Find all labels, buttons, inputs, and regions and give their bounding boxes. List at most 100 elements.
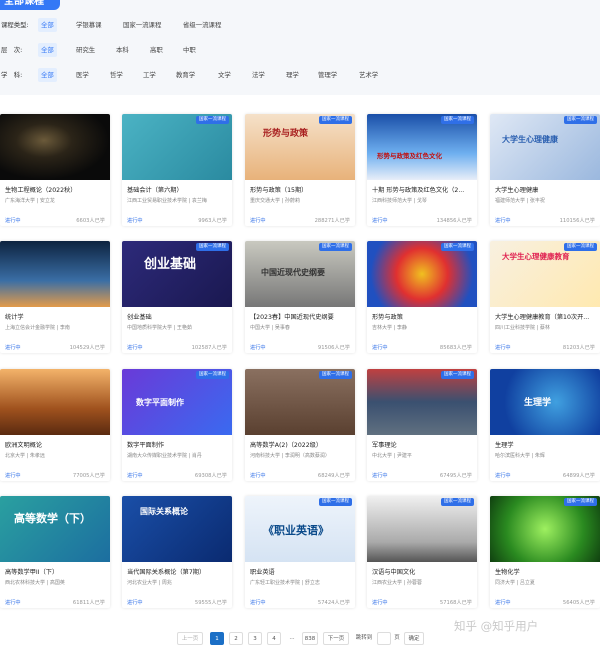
course-thumbnail[interactable]: 国家一流课程 bbox=[490, 496, 600, 562]
pager-page-3[interactable]: 3 bbox=[248, 632, 262, 645]
course-title[interactable]: 形势与政策 bbox=[372, 312, 472, 321]
pager-page-1[interactable]: 1 bbox=[210, 632, 224, 645]
course-thumbnail[interactable]: 国家一流课程 bbox=[367, 496, 477, 562]
course-learner-count: 56405人已学 bbox=[562, 600, 595, 606]
filter-subject-education[interactable]: 教育学 bbox=[173, 68, 198, 82]
course-status: 进行中 bbox=[250, 345, 266, 351]
filter-subject-law[interactable]: 法学 bbox=[249, 68, 268, 82]
course-thumbnail[interactable]: 大学生心理健康教育 国家一流课程 bbox=[490, 241, 600, 307]
course-title[interactable]: 高等数学甲II（下） bbox=[5, 567, 105, 576]
filter-subject-philosophy[interactable]: 哲学 bbox=[107, 68, 126, 82]
course-thumbnail[interactable] bbox=[0, 241, 110, 307]
course-card[interactable]: 中国近现代史纲要 国家一流课程 【2023春】中国近现代史纲要 中国大学 | 吴事春进… bbox=[245, 241, 355, 353]
filter-subject-science[interactable]: 理学 bbox=[283, 68, 302, 82]
course-title[interactable]: 【2023春】中国近现代史纲要 bbox=[250, 312, 350, 321]
course-title[interactable]: 欧洲文明概论 bbox=[5, 440, 105, 449]
course-card[interactable]: 大学生心理健康教育 国家一流课程 大学生心理健康教育（第10次开... 四川工业科技学… bbox=[490, 241, 600, 353]
course-thumbnail[interactable]: 国家一流课程 bbox=[367, 241, 477, 307]
course-thumbnail[interactable]: 国家一流课程 bbox=[122, 114, 232, 180]
course-title[interactable]: 形势与政策（15期） bbox=[250, 185, 350, 194]
filter-subject-literature[interactable]: 文学 bbox=[215, 68, 234, 82]
filter-type-mooc[interactable]: 学银慕课 bbox=[73, 18, 105, 32]
course-thumbnail[interactable]: 《职业英语》 国家一流课程 bbox=[245, 496, 355, 562]
course-thumbnail[interactable]: 数字平面制作 国家一流课程 bbox=[122, 369, 232, 435]
course-card[interactable]: 生理学 生理学 哈尔滨医科大学 | 朱辉 进行中 64899人已学 bbox=[490, 369, 600, 481]
pager-page-last[interactable]: 838 bbox=[302, 632, 318, 645]
filter-type-provincial[interactable]: 省级一流课程 bbox=[180, 18, 224, 32]
course-thumbnail[interactable]: 高等数学（下） bbox=[0, 496, 110, 562]
pager-prev-button[interactable]: 上一页 bbox=[177, 632, 203, 645]
filter-level-secondary[interactable]: 中职 bbox=[180, 43, 199, 57]
filter-type-all[interactable]: 全部 bbox=[38, 18, 57, 32]
course-title[interactable]: 汉语与中国文化 bbox=[372, 567, 472, 576]
filter-subject-art[interactable]: 艺术学 bbox=[356, 68, 381, 82]
pager-page-2[interactable]: 2 bbox=[229, 632, 243, 645]
course-card[interactable]: 国家一流课程 汉语与中国文化 江西农业大学 | 孙蓉蓉 进行中 57168人已学 bbox=[367, 496, 477, 608]
pager-confirm-button[interactable]: 确定 bbox=[404, 632, 424, 645]
course-thumbnail[interactable]: 国家一流课程 bbox=[367, 369, 477, 435]
course-card[interactable]: 国家一流课程 高等数学A(2)（2022级） 河南科技大学 | 李润明（高数蔡润） 进… bbox=[245, 369, 355, 481]
filter-level-all[interactable]: 全部 bbox=[38, 43, 57, 57]
filter-subject-engineering[interactable]: 工学 bbox=[140, 68, 159, 82]
course-thumbnail[interactable]: 形势与政策及红色文化 国家一流课程 bbox=[367, 114, 477, 180]
pager-next-button[interactable]: 下一页 bbox=[323, 632, 349, 645]
filter-type-national[interactable]: 国家一流课程 bbox=[120, 18, 164, 32]
pager-goto-input[interactable] bbox=[377, 632, 391, 645]
course-card[interactable]: 高等数学（下） 高等数学甲II（下） 西北农林科技大学 | 高国英 进行中 61811人… bbox=[0, 496, 110, 608]
course-title[interactable]: 生理学 bbox=[495, 440, 595, 449]
course-thumbnail[interactable]: 大学生心理健康 国家一流课程 bbox=[490, 114, 600, 180]
course-title[interactable]: 基础会计（第六期） bbox=[127, 185, 227, 194]
course-title[interactable]: 职业英语 bbox=[250, 567, 350, 576]
course-university: 吉林大学 | 李静 bbox=[372, 325, 407, 331]
course-title[interactable]: 大学生心理健康教育（第10次开... bbox=[495, 312, 595, 321]
filter-level-vocational[interactable]: 高职 bbox=[147, 43, 166, 57]
course-title[interactable]: 数字平面制作 bbox=[127, 440, 227, 449]
course-learner-count: 61811人已学 bbox=[72, 600, 105, 606]
course-thumbnail[interactable]: 生理学 bbox=[490, 369, 600, 435]
pager-page-4[interactable]: 4 bbox=[267, 632, 281, 645]
filter-subject-management[interactable]: 管理学 bbox=[315, 68, 340, 82]
course-thumbnail[interactable]: 中国近现代史纲要 国家一流课程 bbox=[245, 241, 355, 307]
filter-subject-medicine[interactable]: 医学 bbox=[73, 68, 92, 82]
course-card[interactable]: 国际关系概论 当代国际关系概论（第7期） 河北农业大学 | 周兆 进行中 59555人已… bbox=[122, 496, 232, 608]
filter-level-postgrad[interactable]: 研究生 bbox=[73, 43, 98, 57]
course-thumbnail[interactable]: 国家一流课程 bbox=[245, 369, 355, 435]
course-thumbnail[interactable]: 国际关系概论 bbox=[122, 496, 232, 562]
course-title[interactable]: 创业基础 bbox=[127, 312, 227, 321]
course-card[interactable]: 《职业英语》 国家一流课程 职业英语 广东轻工职业技术学院 | 舒立志 进行中 57424… bbox=[245, 496, 355, 608]
course-card[interactable]: 国家一流课程 基础会计（第六期） 江西工业贸易职业技术学院 | 袁兰梅 进行中 9963… bbox=[122, 114, 232, 226]
course-title[interactable]: 生物工程概论（2022秋） bbox=[5, 185, 105, 194]
course-title[interactable]: 军事理论 bbox=[372, 440, 472, 449]
course-status: 进行中 bbox=[5, 600, 21, 606]
course-title[interactable]: 生物化学 bbox=[495, 567, 595, 576]
course-title[interactable]: 大学生心理健康 bbox=[495, 185, 595, 194]
course-thumbnail[interactable] bbox=[0, 369, 110, 435]
course-thumbnail[interactable]: 形势与政策 国家一流课程 bbox=[245, 114, 355, 180]
course-card[interactable]: 统计学 上海立信会计金融学院 | 李南 进行中 104529人已学 bbox=[0, 241, 110, 353]
course-card[interactable]: 大学生心理健康 国家一流课程 大学生心理健康 福建师范大学 | 张丰祝 进行中 11015… bbox=[490, 114, 600, 226]
filter-level-undergrad[interactable]: 本科 bbox=[113, 43, 132, 57]
course-card[interactable]: 生物工程概论（2022秋） 广东海洋大学 | 安立龙 进行中 6603人已学 bbox=[0, 114, 110, 226]
course-card[interactable]: 数字平面制作 国家一流课程 数字平面制作 湖南大众传媒职业技术学院 | 肖丹 进行中 69… bbox=[122, 369, 232, 481]
national-course-badge: 国家一流课程 bbox=[441, 371, 474, 379]
course-card[interactable]: 形势与政策及红色文化 国家一流课程 十期 形势与政策及红色文化（2... 江西科技师范… bbox=[367, 114, 477, 226]
tab-all-courses[interactable]: 全部课程 bbox=[0, 0, 60, 10]
course-thumbnail[interactable]: 创业基础 国家一流课程 bbox=[122, 241, 232, 307]
course-learner-count: 59555人已学 bbox=[194, 600, 227, 606]
course-card[interactable]: 国家一流课程 生物化学 同济大学 | 吕立夏 进行中 56405人已学 bbox=[490, 496, 600, 608]
course-thumbnail[interactable] bbox=[0, 114, 110, 180]
course-title[interactable]: 十期 形势与政策及红色文化（2... bbox=[372, 185, 472, 194]
course-card[interactable]: 欧洲文明概论 北京大学 | 朱孝远 进行中 77005人已学 bbox=[0, 369, 110, 481]
course-title[interactable]: 统计学 bbox=[5, 312, 105, 321]
course-status: 进行中 bbox=[127, 218, 143, 224]
national-course-badge: 国家一流课程 bbox=[196, 116, 229, 124]
filter-subject-all[interactable]: 全部 bbox=[38, 68, 57, 82]
course-university: 哈尔滨医科大学 | 朱辉 bbox=[495, 453, 545, 459]
course-card[interactable]: 国家一流课程 军事理论 中北大学 | 尹建平 进行中 67495人已学 bbox=[367, 369, 477, 481]
course-title[interactable]: 当代国际关系概论（第7期） bbox=[127, 567, 227, 576]
national-course-badge: 国家一流课程 bbox=[319, 371, 352, 379]
course-card[interactable]: 国家一流课程 形势与政策 吉林大学 | 李静 进行中 85683人已学 bbox=[367, 241, 477, 353]
course-card[interactable]: 形势与政策 国家一流课程 形势与政策（15期） 重庆交通大学 | 孙蔚莉 进行中 2882… bbox=[245, 114, 355, 226]
course-card[interactable]: 创业基础 国家一流课程 创业基础 中国地质科学院大学 | 王艳茹 进行中 102587人已… bbox=[122, 241, 232, 353]
course-title[interactable]: 高等数学A(2)（2022级） bbox=[250, 440, 350, 449]
